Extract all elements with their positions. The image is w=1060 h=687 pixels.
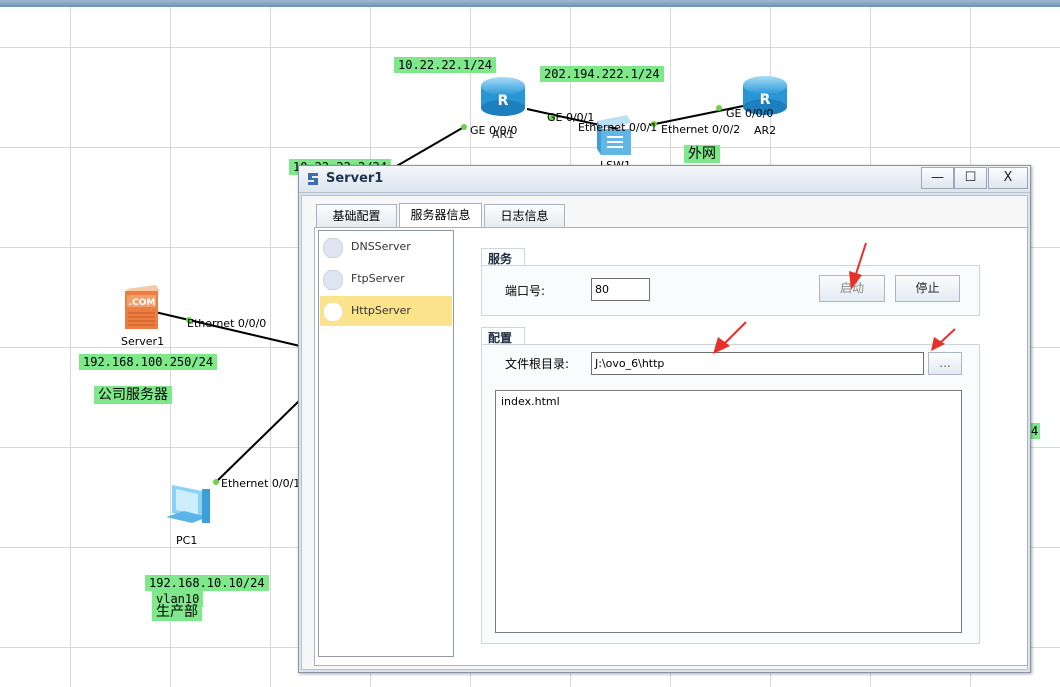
root-dir-label: 文件根目录: bbox=[505, 357, 570, 371]
svg-text:R: R bbox=[498, 93, 509, 109]
server-icon: .COM bbox=[125, 285, 160, 329]
tab-log-info[interactable]: 日志信息 bbox=[484, 204, 565, 227]
service-item-http[interactable]: HttpServer bbox=[320, 296, 452, 326]
device-name-ar2: AR2 bbox=[754, 124, 777, 137]
port-input[interactable]: 80 bbox=[591, 278, 650, 301]
port-dot-ar1-ge000 bbox=[461, 124, 467, 130]
ip-label-pc1: 192.168.10.10/24 bbox=[145, 575, 269, 591]
file-item[interactable]: index.html bbox=[501, 395, 560, 408]
ip-label-ar1: 10.22.22.1/24 bbox=[394, 57, 496, 73]
service-item-ftp[interactable]: FtpServer bbox=[320, 264, 452, 294]
stop-button[interactable]: 停止 bbox=[895, 275, 960, 302]
note-pc: 生产部 bbox=[152, 603, 202, 621]
port-label: 端口号: bbox=[505, 284, 546, 298]
router-ar1[interactable]: R bbox=[479, 74, 527, 118]
window-titlebar[interactable]: Server1 — ☐ X bbox=[299, 166, 1030, 193]
service-label: HttpServer bbox=[351, 304, 411, 317]
port-dot-ar2-ge000 bbox=[716, 105, 722, 111]
browse-button[interactable]: ... bbox=[928, 352, 962, 375]
pc-icon bbox=[166, 485, 210, 523]
tab-server-info[interactable]: 服务器信息 bbox=[399, 203, 482, 228]
maximize-button[interactable]: ☐ bbox=[954, 167, 987, 189]
note-external: 外网 bbox=[684, 145, 720, 163]
device-name-server1: Server1 bbox=[121, 335, 165, 348]
device-name-pc1: PC1 bbox=[176, 534, 198, 547]
minimize-button[interactable]: — bbox=[921, 167, 954, 189]
service-circle-icon bbox=[323, 302, 343, 322]
window-title: Server1 bbox=[326, 171, 384, 186]
top-border bbox=[0, 0, 1060, 7]
service-list: DNSServer FtpServer HttpServer bbox=[318, 230, 454, 657]
port-label-lsw-eth002: Ethernet 0/0/2 bbox=[661, 123, 741, 136]
server1-window[interactable]: Server1 — ☐ X 基础配置 服务器信息 日志信息 DNSServer … bbox=[298, 165, 1031, 673]
note-server: 公司服务器 bbox=[94, 386, 172, 404]
service-item-dns[interactable]: DNSServer bbox=[320, 232, 452, 262]
server-info-panel: DNSServer FtpServer HttpServer 服务 端口号: 8… bbox=[314, 227, 1028, 666]
ip-label-server1: 192.168.100.250/24 bbox=[79, 354, 218, 370]
window-content: 基础配置 服务器信息 日志信息 DNSServer FtpServer Http… bbox=[301, 195, 1028, 670]
svg-text:.COM: .COM bbox=[129, 298, 156, 308]
svg-text:R: R bbox=[760, 92, 771, 108]
ip-label-lsw: 202.194.222.1/24 bbox=[540, 66, 664, 82]
tab-basic-config[interactable]: 基础配置 bbox=[316, 204, 397, 227]
router-icon: R bbox=[481, 77, 525, 116]
service-label: FtpServer bbox=[351, 272, 405, 285]
port-label-ar2-ge000: GE 0/0/0 bbox=[726, 107, 774, 120]
service-circle-icon bbox=[323, 270, 343, 290]
link-ar1-left bbox=[394, 126, 465, 168]
server-app-icon bbox=[308, 173, 318, 185]
port-label-ar1-ge000: GE 0/0/0 bbox=[470, 124, 518, 137]
file-list[interactable]: index.html bbox=[495, 390, 962, 633]
service-label: DNSServer bbox=[351, 240, 411, 253]
root-dir-input[interactable]: J:\ovo_6\http bbox=[591, 352, 924, 375]
link-pc1 bbox=[214, 399, 301, 484]
server-server1[interactable]: .COM bbox=[122, 283, 162, 331]
port-label-lsw-eth001: Ethernet 0/0/1 bbox=[578, 121, 658, 134]
pc-pc1[interactable] bbox=[162, 481, 214, 533]
port-label-pc-eth001: Ethernet 0/0/1 bbox=[221, 477, 301, 490]
start-button[interactable]: 启动 bbox=[819, 275, 885, 302]
close-button[interactable]: X bbox=[988, 167, 1028, 189]
service-circle-icon bbox=[323, 238, 343, 258]
port-label-server-eth000: Ethernet 0/0/0 bbox=[187, 317, 267, 330]
